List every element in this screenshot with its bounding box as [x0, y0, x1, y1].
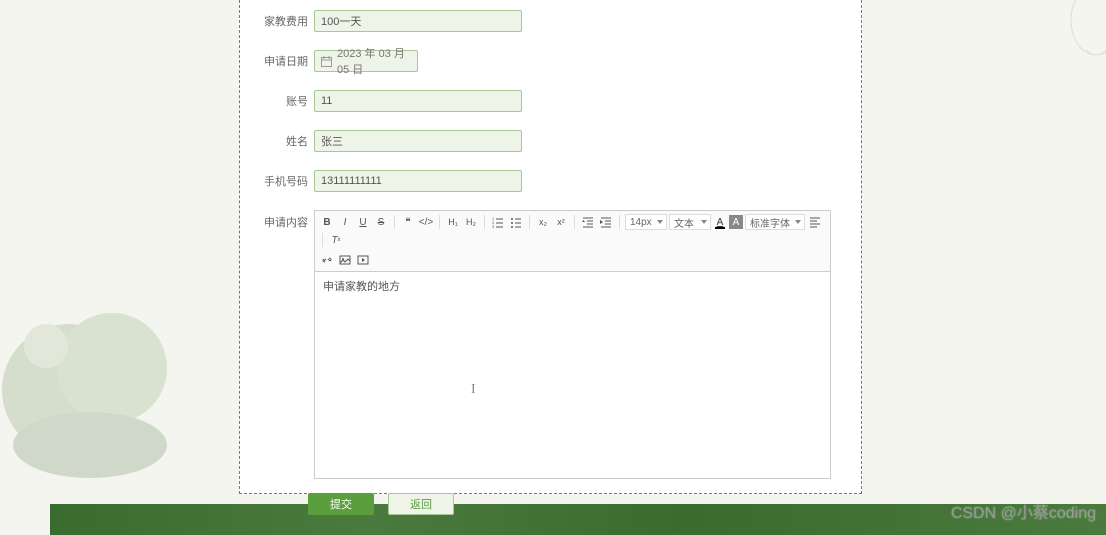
editor-toolbar: B I U S ❝ </> H₁ H₂ 123 x₂ x²	[314, 210, 831, 271]
input-tutor-fee[interactable]	[314, 10, 522, 32]
align-button[interactable]	[807, 214, 823, 230]
font-size-select[interactable]: 14px	[625, 214, 667, 230]
strike-button[interactable]: S	[373, 214, 389, 230]
italic-button[interactable]: I	[337, 214, 353, 230]
separator	[574, 215, 575, 229]
subscript-button[interactable]: x₂	[535, 214, 551, 230]
editor-textarea[interactable]: 申请家教的地方 I	[314, 271, 831, 479]
label-phone: 手机号码	[260, 173, 308, 189]
format-select[interactable]: 文本	[669, 214, 711, 230]
label-content: 申请内容	[260, 210, 308, 479]
rich-editor: B I U S ❝ </> H₁ H₂ 123 x₂ x²	[314, 210, 831, 479]
lotus-decoration	[0, 280, 200, 500]
field-content: 申请内容 B I U S ❝ </> H₁ H₂ 123	[260, 210, 841, 479]
separator	[619, 215, 620, 229]
bg-color-button[interactable]: A	[729, 215, 743, 229]
blockquote-button[interactable]: ❝	[400, 214, 416, 230]
h2-button[interactable]: H₂	[463, 214, 479, 230]
separator	[322, 233, 323, 247]
watermark-text: CSDN @小蔡coding	[951, 499, 1096, 523]
ordered-list-button[interactable]: 123	[490, 214, 506, 230]
input-phone[interactable]	[314, 170, 522, 192]
field-phone: 手机号码	[260, 170, 841, 192]
code-button[interactable]: </>	[418, 214, 434, 230]
h1-button[interactable]: H₁	[445, 214, 461, 230]
bold-button[interactable]: B	[319, 214, 335, 230]
field-account: 账号	[260, 90, 841, 112]
input-name[interactable]	[314, 130, 522, 152]
label-account: 账号	[260, 93, 308, 109]
form-panel: 家教费用 申请日期 2023 年 03 月 05 日 账号 姓名 手机号码	[239, 0, 862, 494]
clear-format-button[interactable]: Tx	[328, 232, 344, 248]
label-apply-date: 申请日期	[260, 53, 308, 69]
separator	[529, 215, 530, 229]
separator	[394, 215, 395, 229]
text-color-button[interactable]: A	[713, 215, 727, 229]
corner-decoration	[1066, 0, 1106, 70]
button-row: 提交 返回	[308, 493, 841, 515]
field-apply-date: 申请日期 2023 年 03 月 05 日	[260, 50, 841, 72]
bullet-list-button[interactable]	[508, 214, 524, 230]
submit-button[interactable]: 提交	[308, 493, 374, 515]
indent-button[interactable]	[598, 214, 614, 230]
field-tutor-fee: 家教费用	[260, 10, 841, 32]
field-name: 姓名	[260, 130, 841, 152]
text-cursor-icon: I	[471, 382, 476, 398]
superscript-button[interactable]: x²	[553, 214, 569, 230]
editor-content: 申请家教的地方	[323, 281, 400, 293]
link-button[interactable]	[319, 252, 335, 268]
label-name: 姓名	[260, 133, 308, 149]
input-account[interactable]	[314, 90, 522, 112]
svg-text:3: 3	[492, 224, 495, 228]
video-button[interactable]	[355, 252, 371, 268]
separator	[439, 215, 440, 229]
font-family-select[interactable]: 标准字体	[745, 214, 805, 230]
input-apply-date[interactable]: 2023 年 03 月 05 日	[314, 50, 418, 72]
date-value: 2023 年 03 月 05 日	[337, 45, 411, 77]
label-tutor-fee: 家教费用	[260, 13, 308, 29]
underline-button[interactable]: U	[355, 214, 371, 230]
outdent-button[interactable]	[580, 214, 596, 230]
image-button[interactable]	[337, 252, 353, 268]
separator	[484, 215, 485, 229]
back-button[interactable]: 返回	[388, 493, 454, 515]
calendar-icon	[321, 56, 332, 67]
